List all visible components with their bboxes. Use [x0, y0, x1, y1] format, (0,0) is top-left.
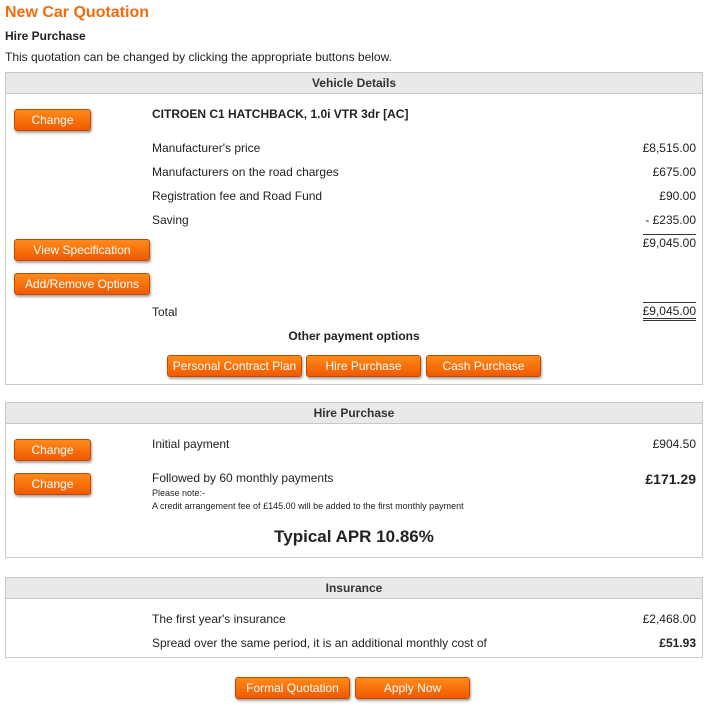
insurance-panel: Insurance The first year's insurance £2,…	[5, 577, 703, 658]
hire-purchase-panel: Hire Purchase Change Initial payment £90…	[5, 402, 703, 558]
cash-purchase-button[interactable]: Cash Purchase	[426, 355, 541, 377]
initial-payment-label: Initial payment	[152, 437, 230, 451]
initial-payment-value: £904.50	[652, 437, 696, 451]
vehicle-change-button[interactable]: Change	[14, 109, 91, 131]
monthly-insurance-value: £51.93	[659, 636, 696, 650]
view-specification-button[interactable]: View Specification	[14, 239, 150, 261]
intro-text: This quotation can be changed by clickin…	[5, 50, 392, 64]
credit-fee-note: A credit arrangement fee of £145.00 will…	[152, 501, 464, 511]
vehicle-name: CITROEN C1 HATCHBACK, 1.0i VTR 3dr [AC]	[152, 107, 409, 121]
insurance-header: Insurance	[6, 578, 702, 599]
monthly-payments-label: Followed by 60 monthly payments	[152, 471, 334, 485]
registration-fee-value: £90.00	[659, 189, 696, 203]
personal-contract-plan-button[interactable]: Personal Contract Plan	[167, 355, 302, 377]
road-charges-value: £675.00	[652, 165, 696, 179]
total-label: Total	[152, 305, 178, 319]
hire-purchase-header: Hire Purchase	[6, 403, 702, 424]
monthly-payments-change-button[interactable]: Change	[14, 473, 91, 495]
monthly-payment-value: £171.29	[645, 471, 696, 487]
total-value: £9,045.00	[642, 302, 696, 321]
saving-label: Saving	[152, 213, 189, 227]
subtotal-value: £9,045.00	[642, 234, 696, 250]
first-year-insurance-label: The first year's insurance	[152, 612, 286, 626]
other-payment-options-label: Other payment options	[288, 329, 420, 343]
formal-quotation-button[interactable]: Formal Quotation	[235, 677, 350, 699]
page-subtitle: Hire Purchase	[5, 29, 86, 43]
initial-payment-change-button[interactable]: Change	[14, 439, 91, 461]
monthly-insurance-label: Spread over the same period, it is an ad…	[152, 636, 487, 650]
registration-fee-label: Registration fee and Road Fund	[152, 189, 323, 203]
typical-apr: Typical APR 10.86%	[274, 527, 434, 546]
please-note-heading: Please note:-	[152, 488, 206, 498]
first-year-insurance-value: £2,468.00	[642, 612, 696, 626]
saving-value: - £235.00	[645, 213, 696, 227]
hire-purchase-button[interactable]: Hire Purchase	[306, 355, 421, 377]
vehicle-details-panel: Vehicle Details Change CITROEN C1 HATCHB…	[5, 72, 703, 385]
vehicle-details-header: Vehicle Details	[6, 73, 702, 94]
road-charges-label: Manufacturers on the road charges	[152, 165, 339, 179]
apply-now-button[interactable]: Apply Now	[355, 677, 470, 699]
manufacturer-price-label: Manufacturer's price	[152, 141, 261, 155]
page-title: New Car Quotation	[5, 4, 150, 21]
add-remove-options-button[interactable]: Add/Remove Options	[14, 273, 150, 295]
manufacturer-price-value: £8,515.00	[642, 141, 696, 155]
